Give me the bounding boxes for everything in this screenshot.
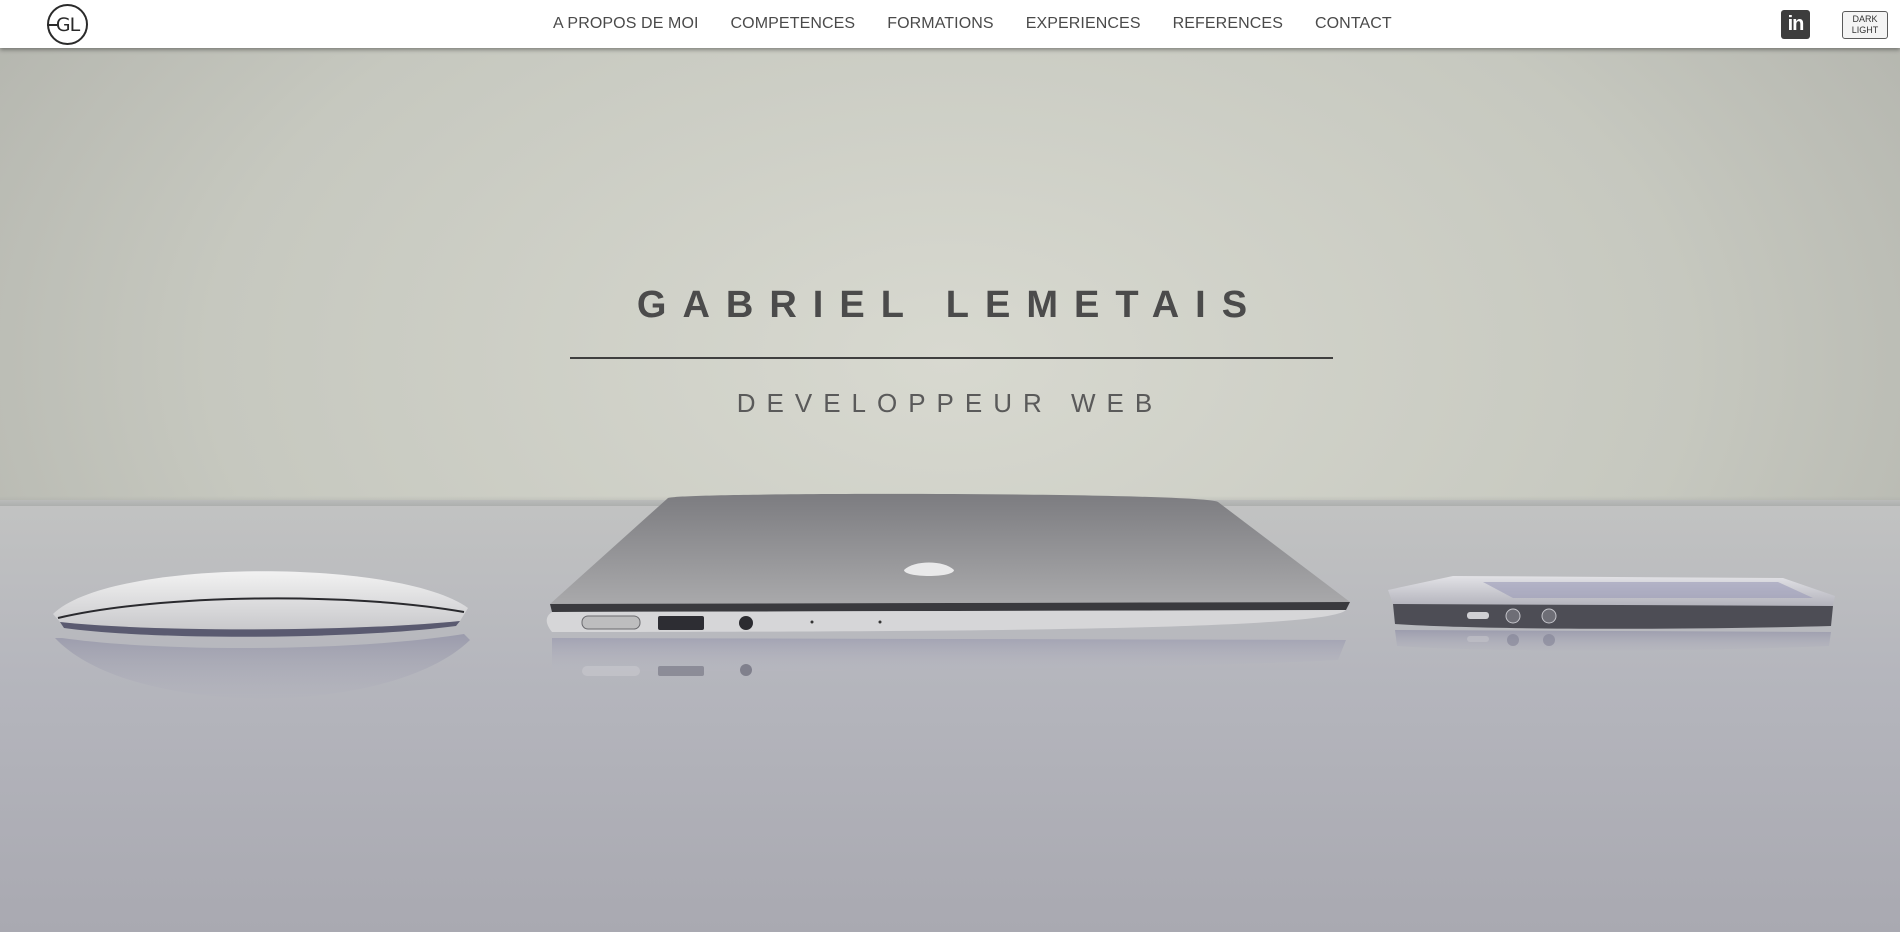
nav-links: A PROPOS DE MOI COMPETENCES FORMATIONS E… <box>553 0 1424 48</box>
nav-link-contact[interactable]: CONTACT <box>1315 15 1392 33</box>
laptop-icon <box>546 493 1350 676</box>
theme-toggle-light: LIGHT <box>1851 25 1879 35</box>
theme-toggle-button[interactable]: DARK LIGHT <box>1842 11 1888 39</box>
navbar: GL A PROPOS DE MOI COMPETENCES FORMATION… <box>0 0 1900 48</box>
theme-toggle-dark: DARK <box>1852 14 1878 24</box>
linkedin-label: in <box>1787 13 1805 35</box>
hero-section: GABRIEL LEMETAIS DEVELOPPEUR WEB <box>0 48 1900 932</box>
nav-link-experiences[interactable]: EXPERIENCES <box>1026 15 1141 33</box>
nav-link-references[interactable]: REFERENCES <box>1173 15 1283 33</box>
hero-title: GABRIEL LEMETAIS <box>636 284 1264 326</box>
logo-text: GL <box>55 13 80 36</box>
hero-subtitle: DEVELOPPEUR WEB <box>736 388 1164 418</box>
linkedin-icon[interactable]: in <box>1781 10 1810 39</box>
nav-link-formations[interactable]: FORMATIONS <box>887 15 993 33</box>
logo-bar <box>47 24 57 26</box>
nav-link-competences[interactable]: COMPETENCES <box>731 15 856 33</box>
logo-icon[interactable]: GL <box>47 4 88 45</box>
nav-link-a-propos[interactable]: A PROPOS DE MOI <box>553 15 699 33</box>
phone-icon <box>1388 576 1835 651</box>
hero-divider <box>570 357 1333 359</box>
mouse-icon <box>53 571 470 699</box>
